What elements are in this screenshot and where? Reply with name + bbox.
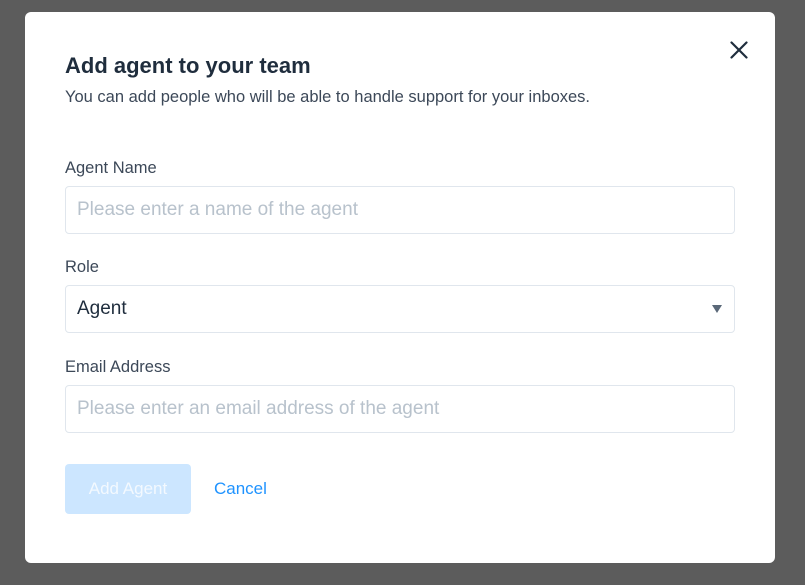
modal-header: Add agent to your team You can add peopl… bbox=[65, 52, 735, 108]
add-agent-button[interactable]: Add Agent bbox=[65, 464, 191, 514]
modal-actions: Add Agent Cancel bbox=[65, 464, 267, 514]
role-selected-value: Agent bbox=[77, 298, 127, 319]
email-input[interactable] bbox=[65, 385, 735, 433]
chevron-down-icon bbox=[712, 305, 722, 313]
email-field: Email Address bbox=[65, 357, 735, 433]
email-label: Email Address bbox=[65, 358, 171, 376]
agent-name-field: Agent Name bbox=[65, 158, 735, 234]
cancel-button[interactable]: Cancel bbox=[214, 479, 267, 499]
modal-subtitle: You can add people who will be able to h… bbox=[65, 88, 591, 106]
agent-name-input[interactable] bbox=[65, 186, 735, 234]
agent-name-label: Agent Name bbox=[65, 159, 157, 177]
modal-title: Add agent to your team bbox=[65, 53, 311, 78]
role-label: Role bbox=[65, 258, 99, 276]
add-agent-modal: Add agent to your team You can add peopl… bbox=[25, 12, 775, 563]
role-select[interactable]: Agent bbox=[65, 285, 735, 333]
role-field: Role Agent bbox=[65, 257, 735, 333]
